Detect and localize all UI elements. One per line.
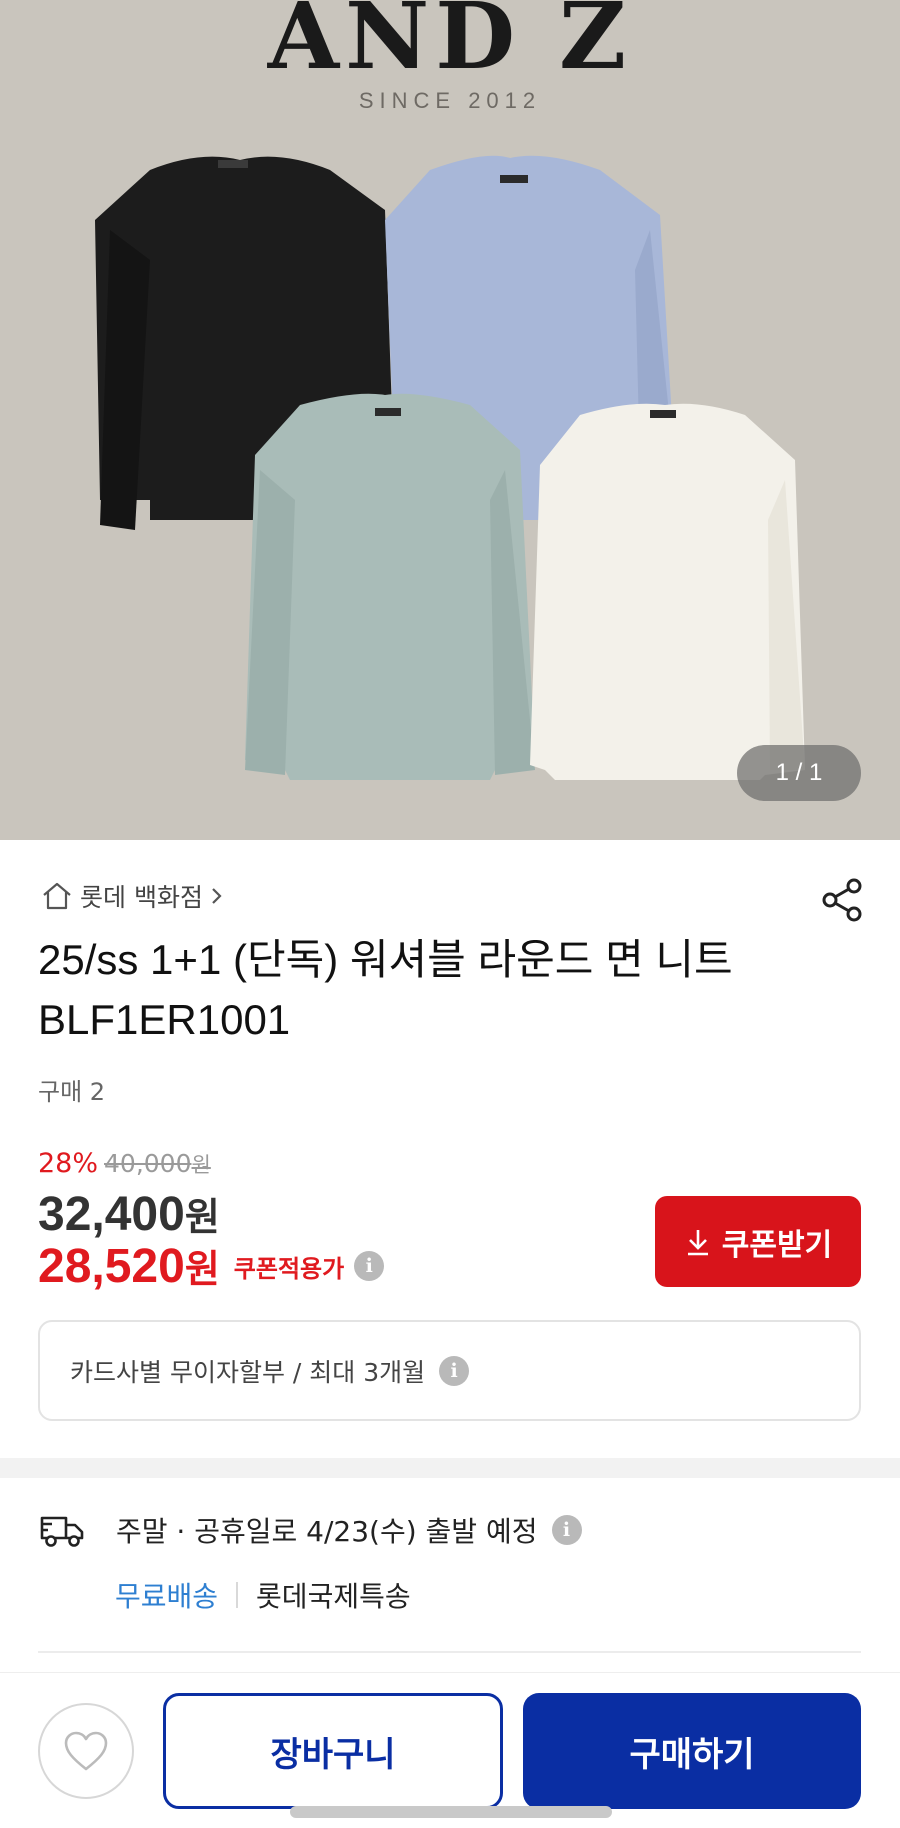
brand-tagline: SINCE 2012 <box>358 88 542 113</box>
coupon-price-row: 28,520원 쿠폰적용가 i <box>38 1238 385 1294</box>
store-link[interactable]: 롯데 백화점 <box>40 878 225 914</box>
coupon-price-label: 쿠폰적용가 <box>233 1254 345 1283</box>
info-icon[interactable]: i <box>354 1251 385 1281</box>
section-divider <box>0 1458 900 1478</box>
shipping-row: 주말 · 공휴일로 4/23(수) 출발 예정 i <box>38 1510 582 1550</box>
carrier-name: 롯데국제특송 <box>256 1580 411 1613</box>
heart-icon <box>64 1731 108 1771</box>
info-icon[interactable]: i <box>439 1355 470 1386</box>
chevron-right-icon <box>212 888 222 904</box>
store-name: 롯데 백화점 <box>80 883 203 912</box>
download-arrow-icon <box>687 1229 708 1255</box>
bottom-action-bar: 장바구니 구매하기 <box>0 1672 900 1828</box>
buy-now-button[interactable]: 구매하기 <box>523 1693 861 1809</box>
product-title: 25/ss 1+1 (단독) 워셔블 라운드 면 니트 BLF1ER1001 <box>38 936 733 1043</box>
shipping-details: 무료배송 롯데국제특송 <box>115 1575 411 1615</box>
wishlist-button[interactable] <box>38 1703 134 1799</box>
installment-text: 카드사별 무이자할부 / 최대 3개월 <box>70 1357 426 1387</box>
brand-logo: AND Z <box>267 0 633 90</box>
info-icon[interactable]: i <box>551 1515 582 1545</box>
add-to-cart-button[interactable]: 장바구니 <box>163 1693 503 1809</box>
sage-sweater <box>245 393 535 780</box>
product-image-carousel[interactable]: AND Z SINCE 2012 1 / 1 <box>0 0 900 840</box>
shipping-date-text: 주말 · 공휴일로 4/23(수) 출발 예정 <box>116 1515 538 1548</box>
original-price: 40,000원 <box>104 1149 211 1178</box>
divider <box>38 1651 861 1653</box>
free-shipping-label: 무료배송 <box>115 1580 219 1613</box>
truck-icon <box>40 1516 84 1547</box>
product-photo <box>95 155 805 780</box>
home-icon <box>43 882 71 910</box>
sale-price: 32,400원 <box>38 1188 220 1241</box>
image-counter: 1 / 1 <box>737 745 861 801</box>
separator <box>236 1582 239 1608</box>
get-coupon-label: 쿠폰받기 <box>721 1228 833 1262</box>
discount-row: 28% 40,000원 <box>38 1148 211 1179</box>
coupon-price: 28,520원 <box>38 1240 220 1293</box>
get-coupon-button[interactable]: 쿠폰받기 <box>655 1196 861 1287</box>
purchase-count: 구매 2 <box>38 1078 106 1106</box>
ivory-sweater <box>530 403 805 780</box>
discount-rate: 28% <box>38 1148 99 1179</box>
installment-info[interactable]: 카드사별 무이자할부 / 최대 3개월 i <box>38 1320 861 1421</box>
share-icon[interactable] <box>818 876 866 924</box>
home-indicator <box>290 1806 612 1818</box>
